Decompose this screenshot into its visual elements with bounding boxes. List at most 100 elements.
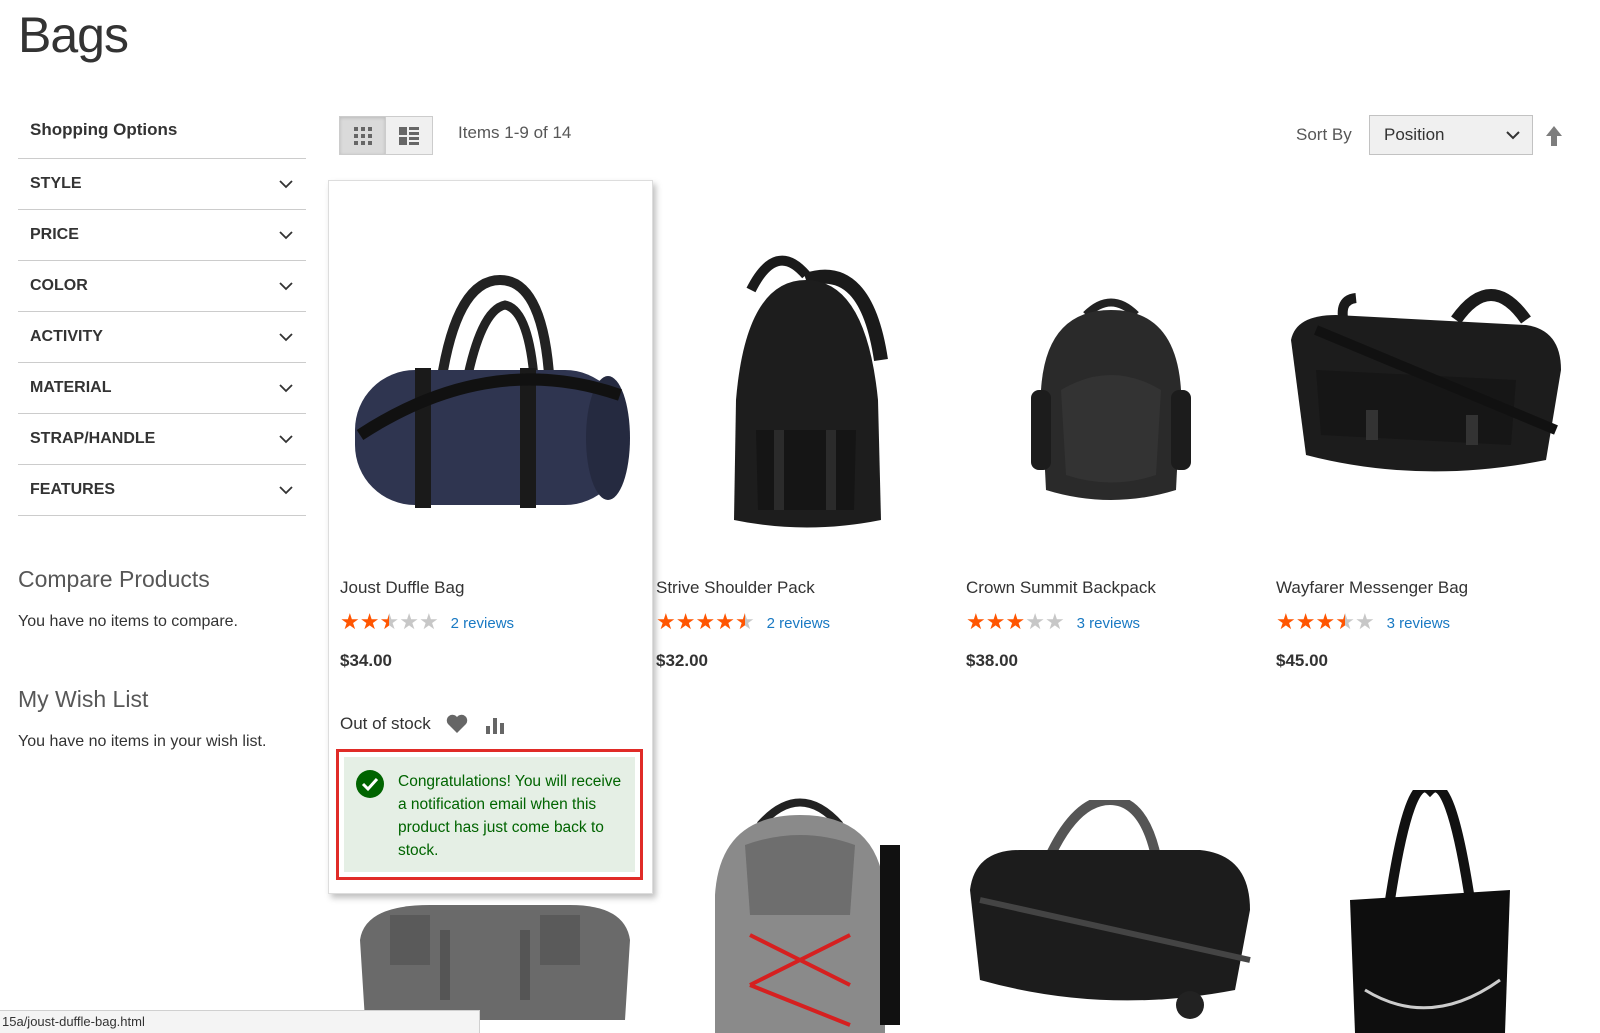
sidebar: Shopping Options STYLE PRICE COLOR ACTIVITY…	[18, 110, 306, 751]
chevron-down-icon	[279, 282, 293, 291]
rating-stars: ★ ★ ★ ★ ★	[340, 612, 439, 634]
product-name[interactable]: Wayfarer Messenger Bag	[1276, 578, 1566, 598]
filter-label: MATERIAL	[30, 379, 112, 396]
reviews-link[interactable]: 3 reviews	[1387, 615, 1450, 632]
compare-icon[interactable]	[483, 712, 507, 736]
star-icon: ★	[399, 610, 419, 635]
star-icon: ★	[1276, 610, 1296, 635]
product-price: $38.00	[966, 651, 1018, 670]
reviews-link[interactable]: 2 reviews	[451, 615, 514, 632]
messenger-bag-image	[1291, 289, 1561, 472]
star-icon: ★	[1025, 610, 1045, 635]
reviews-link[interactable]: 2 reviews	[767, 615, 830, 632]
product-price: $45.00	[1276, 651, 1328, 670]
product-item[interactable]: Joust Duffle Bag ★ ★ ★ ★ ★ 2 reviews $34.00	[340, 190, 630, 671]
filter-features[interactable]: FEATURES	[18, 465, 306, 516]
filter-strap-handle[interactable]: STRAP/HANDLE	[18, 414, 306, 465]
backpack-image	[1031, 298, 1191, 500]
success-message: Congratulations! You will receive a noti…	[344, 757, 635, 872]
star-icon: ★	[340, 610, 360, 635]
star-icon: ★	[695, 610, 716, 635]
view-mode-switcher	[339, 116, 433, 155]
sort-by-label: Sort By	[1296, 125, 1352, 144]
star-icon: ★	[1295, 610, 1316, 635]
star-icon: ★	[1315, 610, 1336, 635]
star-icon: ★	[715, 610, 735, 635]
star-icon: ★	[985, 610, 1006, 635]
product-price: $34.00	[340, 651, 392, 670]
chevron-down-icon	[279, 384, 293, 393]
product-item[interactable]: Crown Summit Backpack ★ ★ ★ ★ ★ 3 reviews $3…	[966, 190, 1256, 671]
filter-color[interactable]: COLOR	[18, 261, 306, 312]
star-icon: ★	[1044, 610, 1065, 635]
rating-stars: ★ ★ ★ ★ ★	[656, 612, 755, 634]
browser-status-bar: 15a/joust-duffle-bag.html	[0, 1010, 480, 1033]
compare-products-title: Compare Products	[18, 566, 210, 592]
filter-material[interactable]: MATERIAL	[18, 363, 306, 414]
success-message-text: Congratulations! You will receive a noti…	[398, 773, 622, 859]
shoulder-pack-image	[734, 255, 888, 528]
star-icon: ★	[675, 610, 696, 635]
filter-style[interactable]: STYLE	[18, 159, 306, 210]
filter-price[interactable]: PRICE	[18, 210, 306, 261]
product-image[interactable]	[690, 785, 910, 1033]
star-icon: ★	[359, 610, 380, 635]
chevron-down-icon	[279, 486, 293, 495]
items-count: Items 1-9 of 14	[458, 123, 572, 142]
filter-label: ACTIVITY	[30, 328, 103, 345]
star-icon: ★	[1335, 610, 1355, 635]
chevron-down-icon	[279, 333, 293, 342]
sort-by-value: Position	[1384, 125, 1445, 144]
product-name[interactable]: Crown Summit Backpack	[966, 578, 1256, 598]
star-icon: ★	[1005, 610, 1026, 635]
notification-highlight: Congratulations! You will receive a noti…	[336, 749, 643, 880]
product-image[interactable]	[960, 800, 1260, 1033]
list-view-button[interactable]	[386, 116, 433, 155]
rating-stars: ★ ★ ★ ★ ★	[1276, 612, 1375, 634]
product-price: $32.00	[656, 651, 708, 670]
filter-activity[interactable]: ACTIVITY	[18, 312, 306, 363]
chevron-down-icon	[279, 231, 293, 240]
filter-label: PRICE	[30, 226, 79, 243]
filter-label: FEATURES	[30, 481, 116, 498]
chevron-down-icon	[1506, 130, 1520, 139]
stock-row: Out of stock	[340, 712, 507, 736]
stock-status: Out of stock	[340, 714, 431, 733]
product-name[interactable]: Joust Duffle Bag	[340, 578, 630, 598]
reviews-link[interactable]: 3 reviews	[1077, 615, 1140, 632]
product-image[interactable]	[1276, 190, 1566, 570]
chevron-down-icon	[279, 180, 293, 189]
page-title: Bags	[18, 7, 129, 63]
star-icon: ★	[734, 610, 755, 635]
wishlist-empty-text: You have no items in your wish list.	[18, 733, 267, 750]
star-icon: ★	[418, 610, 439, 635]
wishlist-title: My Wish List	[18, 686, 149, 712]
shopping-options-heading: Shopping Options	[18, 110, 306, 159]
sort-direction-arrow-icon[interactable]	[1545, 125, 1563, 147]
duffle-bag-image	[355, 274, 630, 508]
product-image[interactable]	[966, 190, 1256, 570]
filter-label: STRAP/HANDLE	[30, 430, 156, 447]
list-icon	[399, 126, 419, 145]
star-icon: ★	[1354, 610, 1375, 635]
star-icon: ★	[966, 610, 986, 635]
product-item[interactable]: Wayfarer Messenger Bag ★ ★ ★ ★ ★ 3 reviews $…	[1276, 190, 1566, 671]
product-image[interactable]	[1330, 790, 1530, 1033]
product-item[interactable]: Strive Shoulder Pack ★ ★ ★ ★ ★ 2 reviews $32…	[656, 190, 946, 671]
product-image[interactable]	[340, 190, 630, 570]
checkmark-icon	[356, 770, 384, 798]
compare-empty-text: You have no items to compare.	[18, 613, 238, 630]
grid-view-button[interactable]	[339, 116, 386, 155]
chevron-down-icon	[279, 435, 293, 444]
rating-stars: ★ ★ ★ ★ ★	[966, 612, 1065, 634]
grid-icon	[353, 126, 372, 145]
star-icon: ★	[656, 610, 676, 635]
star-icon: ★	[379, 610, 400, 635]
product-image[interactable]	[656, 190, 946, 570]
filter-label: COLOR	[30, 277, 88, 294]
filter-label: STYLE	[30, 175, 82, 192]
wishlist-heart-icon[interactable]	[445, 712, 469, 736]
product-name[interactable]: Strive Shoulder Pack	[656, 578, 946, 598]
sort-by-select[interactable]: Position	[1369, 115, 1533, 155]
filter-list: STYLE PRICE COLOR ACTIVITY MATERIAL STRAP/HAN…	[18, 159, 306, 516]
